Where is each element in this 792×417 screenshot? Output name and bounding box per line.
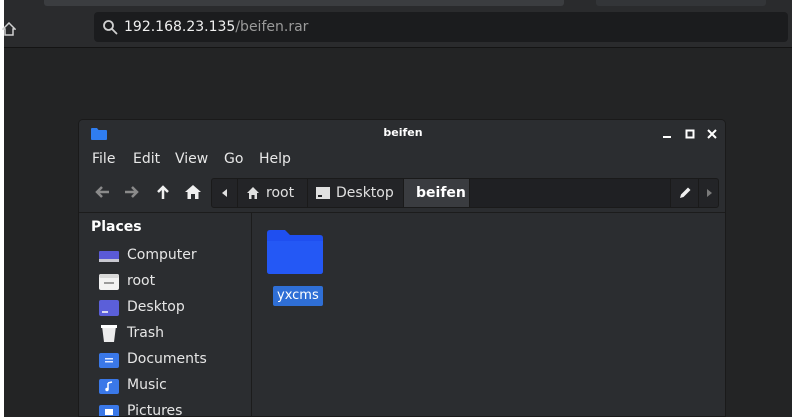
sidebar-item-label: Desktop <box>127 299 185 315</box>
menu-view[interactable]: View <box>175 151 208 167</box>
path-segment-root[interactable]: root <box>238 179 308 207</box>
sidebar-item-label: root <box>127 273 156 289</box>
folder-icon <box>267 230 323 274</box>
search-icon <box>103 20 118 35</box>
up-arrow-icon[interactable] <box>154 183 172 201</box>
home-folder-icon <box>99 274 119 290</box>
path-scroll-right-button[interactable] <box>698 179 718 207</box>
url-path: /beifen.rar <box>235 19 309 35</box>
desktop-icon <box>99 300 119 316</box>
file-manager-window: beifen File Edit View Go Help root Deskt… <box>78 119 726 417</box>
navigation-bar: 192.168.23.135/beifen.rar <box>2 8 792 48</box>
computer-icon <box>99 251 119 262</box>
browser-tab[interactable] <box>596 0 766 6</box>
back-arrow-icon[interactable] <box>93 183 111 201</box>
window-title: beifen <box>383 126 423 139</box>
sidebar-item-documents[interactable]: Documents <box>99 349 249 371</box>
home-icon[interactable] <box>2 22 16 36</box>
chevron-left-icon <box>222 189 227 197</box>
sidebar-item-pictures[interactable]: Pictures <box>99 401 249 417</box>
menu-go[interactable]: Go <box>224 151 243 167</box>
menu-file[interactable]: File <box>92 151 115 167</box>
home-icon[interactable] <box>184 183 202 201</box>
music-icon <box>99 379 119 394</box>
forward-arrow-icon[interactable] <box>123 183 141 201</box>
sidebar-item-trash[interactable]: Trash <box>99 323 249 345</box>
path-segment-label: root <box>266 185 295 201</box>
toolbar: root Desktop beifen <box>79 176 725 210</box>
tab-strip <box>4 0 792 8</box>
browser-window: 192.168.23.135/beifen.rar beifen File Ed… <box>2 0 792 417</box>
desktop-icon <box>316 187 330 199</box>
pictures-icon <box>99 405 119 416</box>
menu-bar: File Edit View Go Help <box>79 148 725 174</box>
places-sidebar: Places Computer root Desktop Trash Docum… <box>79 213 252 417</box>
file-name-label[interactable]: yxcms <box>273 286 323 306</box>
minimize-icon[interactable] <box>659 126 675 142</box>
path-bar-empty-area <box>470 179 670 207</box>
browser-tab[interactable] <box>44 0 564 6</box>
sidebar-item-label: Pictures <box>127 403 183 417</box>
menu-help[interactable]: Help <box>259 151 291 167</box>
sidebar-item-computer[interactable]: Computer <box>99 245 249 267</box>
path-segment-label: beifen <box>416 185 466 201</box>
path-segment-label: Desktop <box>336 185 394 201</box>
places-heading: Places <box>91 219 142 235</box>
sidebar-item-label: Music <box>127 377 167 393</box>
url-text[interactable]: 192.168.23.135/beifen.rar <box>124 18 308 36</box>
sidebar-item-desktop[interactable]: Desktop <box>99 297 249 319</box>
edit-location-button[interactable] <box>670 179 698 207</box>
content-area: Places Computer root Desktop Trash Docum… <box>79 212 725 417</box>
pencil-icon <box>680 187 691 198</box>
documents-icon <box>99 353 119 368</box>
path-scroll-left-button[interactable] <box>212 179 238 207</box>
url-bar[interactable]: 192.168.23.135/beifen.rar <box>94 12 788 42</box>
path-segment-current[interactable]: beifen <box>404 179 470 207</box>
home-icon <box>247 187 259 199</box>
close-icon[interactable] <box>704 126 720 142</box>
file-view[interactable]: yxcms <box>253 213 725 416</box>
sidebar-item-root[interactable]: root <box>99 271 249 293</box>
sidebar-item-label: Computer <box>127 247 197 263</box>
path-segment-desktop[interactable]: Desktop <box>308 179 404 207</box>
trash-icon <box>101 325 117 342</box>
sidebar-item-label: Trash <box>127 325 164 341</box>
title-bar[interactable]: beifen <box>79 120 725 148</box>
chevron-right-icon <box>707 189 712 197</box>
url-host: 192.168.23.135 <box>124 19 236 35</box>
menu-edit[interactable]: Edit <box>133 151 160 167</box>
maximize-icon[interactable] <box>682 126 698 142</box>
sidebar-item-music[interactable]: Music <box>99 375 249 397</box>
file-item-folder[interactable]: yxcms <box>265 229 325 309</box>
sidebar-item-label: Documents <box>127 351 207 367</box>
path-bar: root Desktop beifen <box>211 178 719 208</box>
